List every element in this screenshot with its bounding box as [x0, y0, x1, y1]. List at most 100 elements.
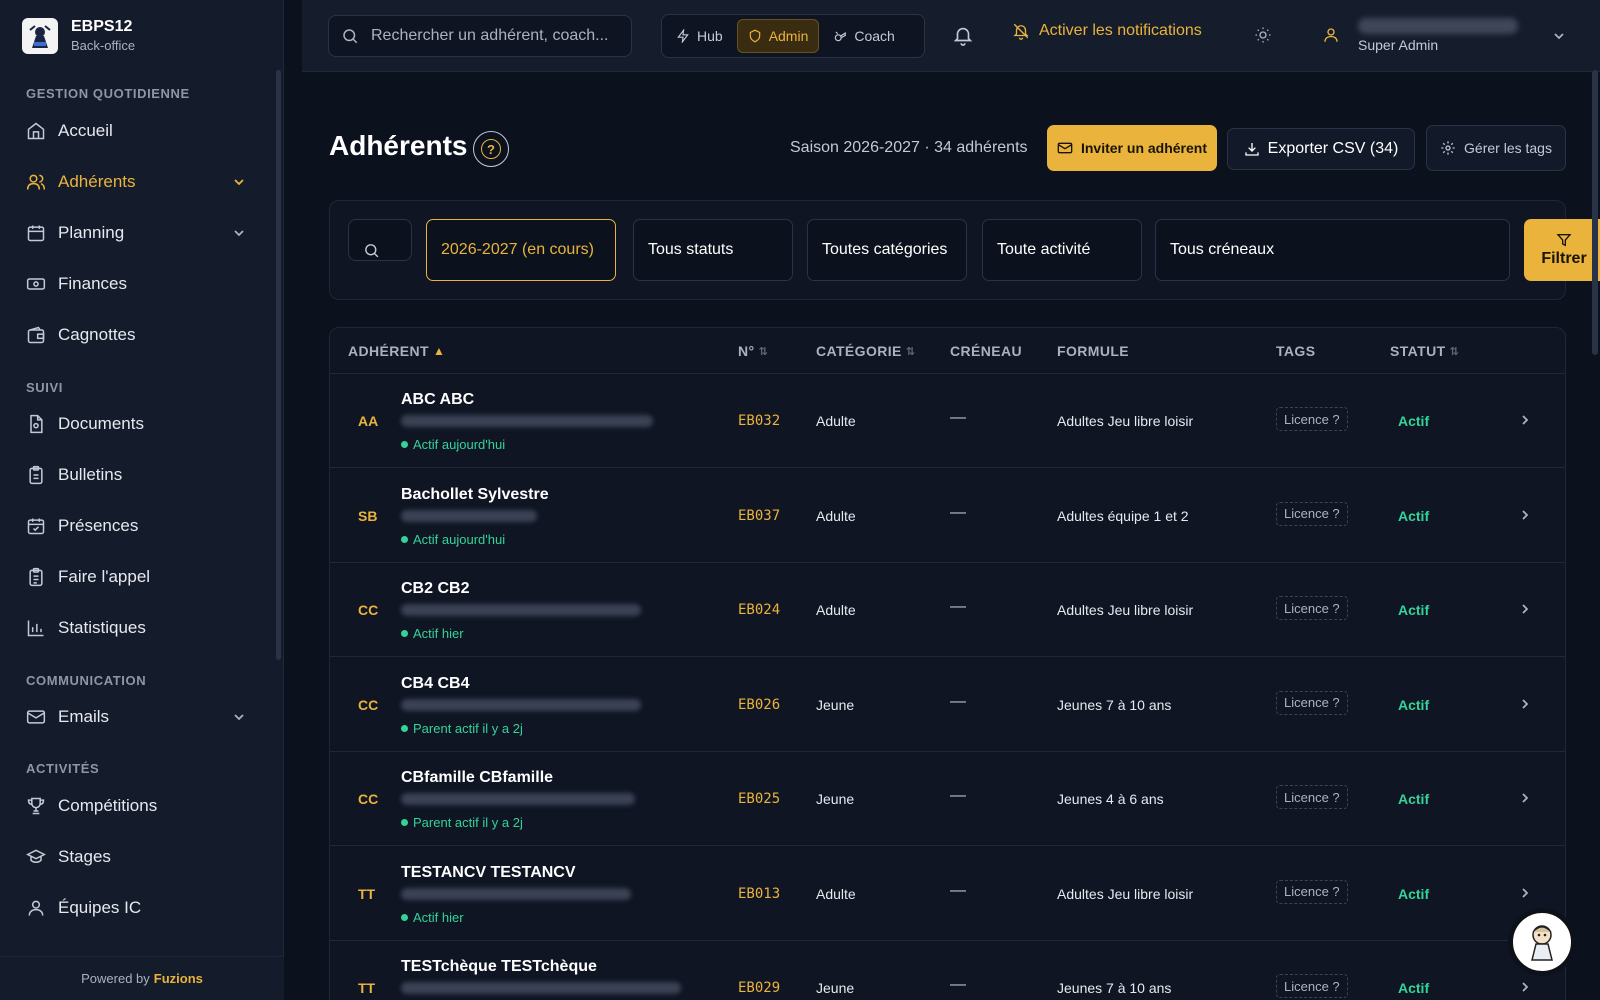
team-icon — [28, 900, 44, 916]
global-search[interactable] — [328, 15, 632, 57]
user-menu[interactable]: Super Admin — [1322, 14, 1582, 58]
table-row[interactable]: CC CBfamille CBfamille Parent actif il y a… — [330, 752, 1565, 846]
sidebar-item-planning[interactable]: Planning — [26, 216, 252, 250]
filter-search-input[interactable] — [348, 219, 412, 261]
member-slot: — — [950, 598, 966, 615]
export-csv-button[interactable]: Exporter CSV (34) — [1227, 128, 1415, 170]
col-category-label: CATÉGORIE — [816, 343, 902, 359]
sidebar-item-finances[interactable]: Finances — [26, 267, 252, 301]
chevron-right-icon[interactable] — [1518, 602, 1532, 616]
filter-button[interactable]: Filtrer — [1524, 219, 1600, 281]
online-dot-icon — [401, 630, 408, 637]
licence-tag[interactable]: Licence ? — [1276, 596, 1348, 620]
chevron-right-icon[interactable] — [1518, 697, 1532, 711]
sun-icon[interactable] — [1254, 26, 1272, 44]
sidebar-item-documents[interactable]: Documents — [26, 407, 252, 441]
col-formula-label: FORMULE — [1057, 343, 1130, 359]
manage-tags-button[interactable]: Gérer les tags — [1426, 125, 1566, 171]
sidebar-item-label: Présences — [58, 516, 139, 535]
member-formula: Adultes Jeu libre loisir — [1057, 413, 1194, 429]
bell-icon[interactable] — [952, 24, 974, 46]
table-row[interactable]: AA ABC ABC Actif aujourd'hui EB032 Adulte — Ad… — [330, 374, 1565, 468]
enable-notifications-button[interactable]: Activer les notifications — [1012, 22, 1202, 40]
licence-tag[interactable]: Licence ? — [1276, 974, 1348, 998]
table-row[interactable]: TT TESTANCV TESTANCV Actif hier EB013 Adulte… — [330, 847, 1565, 941]
member-formula: Jeunes 7 à 10 ans — [1057, 696, 1172, 713]
activity-text: Actif aujourd'hui — [413, 437, 506, 452]
user-role: Super Admin — [1358, 37, 1439, 53]
chevron-right-icon[interactable] — [1518, 980, 1532, 994]
online-dot-icon — [401, 535, 408, 543]
licence-tag[interactable]: Licence ? — [1276, 407, 1348, 431]
member-name[interactable]: CB4 CB4 — [401, 675, 469, 693]
sidebar-scrollbar[interactable] — [276, 70, 281, 660]
switch-admin-button[interactable]: Admin — [736, 19, 820, 53]
sidebar-item-cagnottes[interactable]: Cagnottes — [26, 318, 252, 352]
assistant-mascot-button[interactable] — [1511, 911, 1573, 973]
licence-tag[interactable]: Licence ? — [1276, 785, 1348, 809]
col-member-label: ADHÉRENT — [348, 343, 429, 359]
sidebar-item-statistiques[interactable]: Statistiques — [26, 611, 252, 645]
chevron-right-icon[interactable] — [1518, 413, 1532, 427]
table-row[interactable]: CC CB2 CB2 Actif hier EB024 Adulte — Adultes J… — [330, 563, 1565, 657]
chevron-right-icon[interactable] — [1518, 508, 1532, 522]
sidebar-item-equipes-ic[interactable]: Équipes IC — [26, 891, 252, 925]
member-name[interactable]: TESTANCV TESTANCV — [401, 864, 576, 882]
users-icon — [26, 174, 46, 190]
table-row[interactable]: SB Bachollet Sylvestre Actif aujourd'hui EB… — [330, 469, 1565, 563]
footer-brand[interactable]: Fuzions — [154, 971, 203, 986]
member-name[interactable]: CBfamille CBfamille — [401, 769, 553, 787]
status-select[interactable]: Tous statuts — [633, 219, 793, 281]
filter-panel: 2026-2027 (en cours) Tous statuts Toutes… — [329, 200, 1600, 300]
col-number[interactable]: N° ⇅ — [738, 343, 768, 359]
section-title-communication: COMMUNICATION — [26, 673, 147, 688]
table-row[interactable]: TT TESTchèque TESTchèque EB029 Jeune — Jeunes… — [330, 941, 1565, 1000]
chevron-right-icon[interactable] — [1518, 886, 1532, 900]
sidebar-item-presences[interactable]: Présences — [26, 509, 252, 543]
invite-member-button[interactable]: Inviter un adhérent — [1047, 125, 1217, 171]
licence-tag[interactable]: Licence ? — [1276, 879, 1348, 904]
member-formula: Adultes Jeu libre loisir — [1057, 602, 1194, 618]
sidebar-item-bulletins[interactable]: Bulletins — [26, 458, 252, 492]
online-dot-icon — [401, 913, 408, 921]
avatar: CC — [358, 602, 379, 618]
search-input[interactable] — [371, 27, 621, 45]
member-name[interactable]: ABC ABC — [401, 391, 474, 409]
sidebar-item-adherents[interactable]: Adhérents — [26, 165, 252, 199]
clipboard-icon — [29, 465, 43, 485]
category-select[interactable]: Toutes catégories — [807, 219, 967, 281]
member-name[interactable]: CB2 CB2 — [401, 580, 469, 598]
zap-icon — [677, 29, 689, 43]
col-category[interactable]: CATÉGORIE ⇅ — [816, 343, 915, 359]
switch-coach-button[interactable]: Coach — [823, 19, 904, 53]
member-name[interactable]: TESTchèque TESTchèque — [401, 958, 597, 976]
season-select[interactable]: 2026-2027 (en cours) — [426, 219, 616, 281]
export-csv-label: Exporter CSV (34) — [1267, 140, 1399, 157]
member-name[interactable]: Bachollet Sylvestre — [401, 486, 549, 504]
slot-select[interactable]: Tous créneaux — [1155, 219, 1510, 281]
switch-hub-button[interactable]: Hub — [666, 19, 733, 53]
sort-asc-icon: ▲ — [432, 344, 446, 358]
sidebar-item-emails[interactable]: Emails — [26, 700, 252, 734]
page-scrollbar[interactable] — [1592, 70, 1598, 355]
help-button[interactable]: ? — [473, 131, 509, 167]
chevron-down-icon — [234, 714, 244, 721]
licence-tag[interactable]: Licence ? — [1276, 690, 1348, 715]
member-slot: — — [950, 503, 966, 521]
sidebar-item-competitions[interactable]: Compétitions — [26, 789, 252, 823]
member-email-redacted — [401, 887, 631, 900]
status-badge: Actif — [1398, 980, 1430, 996]
sidebar-item-accueil[interactable]: Accueil — [26, 114, 252, 148]
graduation-cap-icon — [26, 849, 46, 863]
table-row[interactable]: CC CB4 CB4 Parent actif il y a 2j EB026 Jeun… — [330, 658, 1565, 752]
sidebar-item-stages[interactable]: Stages — [26, 840, 252, 874]
licence-tag[interactable]: Licence ? — [1276, 501, 1348, 526]
col-status[interactable]: STATUT ⇅ — [1390, 343, 1459, 359]
brand[interactable]: EBPS12 Back-office — [22, 17, 135, 55]
chevron-right-icon[interactable] — [1518, 791, 1532, 805]
sidebar-item-faire-appel[interactable]: Faire l'appel — [26, 560, 252, 594]
activity-select[interactable]: Toute activité — [982, 219, 1142, 281]
col-number-label: N° — [738, 343, 755, 359]
col-member[interactable]: ADHÉRENT ▲ — [348, 343, 445, 359]
switch-admin-label: Admin — [768, 28, 809, 44]
